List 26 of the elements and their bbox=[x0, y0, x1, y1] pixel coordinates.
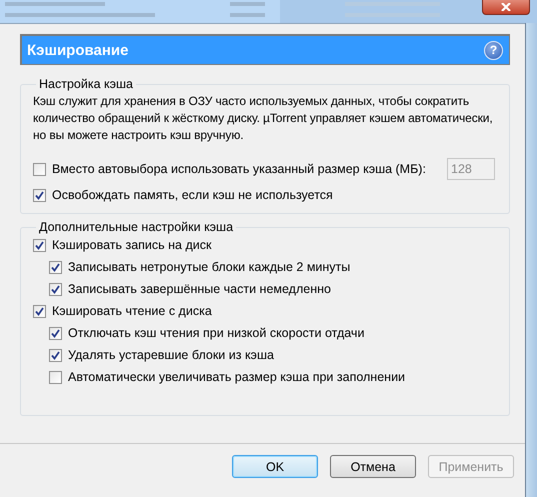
description-text: Кэш служит для хранения в ОЗУ часто используемых данных, чтобы сократить количество обращений к жёсткому диску. µTorrent управляет кэшем автоматически, но вы можете настроить кэш вручную. bbox=[33, 93, 494, 144]
dialog-button[interactable]: Отмена bbox=[330, 455, 416, 478]
dialog-button[interactable]: OK bbox=[232, 455, 318, 478]
checkbox-label[interactable]: Удалять устаревшие блоки из кэша bbox=[68, 348, 274, 362]
close-icon bbox=[501, 3, 511, 11]
checkbox[interactable] bbox=[49, 326, 62, 340]
checkbox[interactable] bbox=[49, 348, 62, 362]
close-button[interactable] bbox=[482, 0, 530, 15]
checkbox[interactable] bbox=[33, 188, 46, 202]
checkbox[interactable] bbox=[33, 238, 46, 252]
checkbox-label[interactable]: Записывать завершённые части немедленно bbox=[68, 282, 331, 296]
group-title: Настройка кэша bbox=[38, 77, 134, 91]
checkbox-label[interactable]: Автоматически увеличивать размер кэша при заполнении bbox=[68, 370, 406, 384]
checkbox[interactable] bbox=[49, 282, 62, 296]
checkbox[interactable] bbox=[33, 162, 46, 176]
checkbox[interactable] bbox=[49, 260, 62, 274]
checkbox-label[interactable]: Отключать кэш чтения при низкой скорости отдачи bbox=[68, 326, 364, 340]
checkbox-label[interactable]: Вместо автовыбора использовать указанный размер кэша (МБ): bbox=[52, 162, 426, 176]
checkbox-label[interactable]: Кэшировать запись на диск bbox=[52, 238, 212, 252]
checkbox-label[interactable]: Кэшировать чтение с диска bbox=[52, 304, 212, 318]
checkbox[interactable] bbox=[49, 370, 62, 384]
checkbox-label[interactable]: Освобождать память, если кэш не используется bbox=[52, 188, 333, 202]
section-title: Кэширование bbox=[27, 42, 128, 58]
group-title: Дополнительные настройки кэша bbox=[38, 220, 234, 234]
checkbox-label[interactable]: Записывать нетронутые блоки каждые 2 минуты bbox=[68, 260, 350, 274]
checkbox[interactable] bbox=[33, 304, 46, 318]
